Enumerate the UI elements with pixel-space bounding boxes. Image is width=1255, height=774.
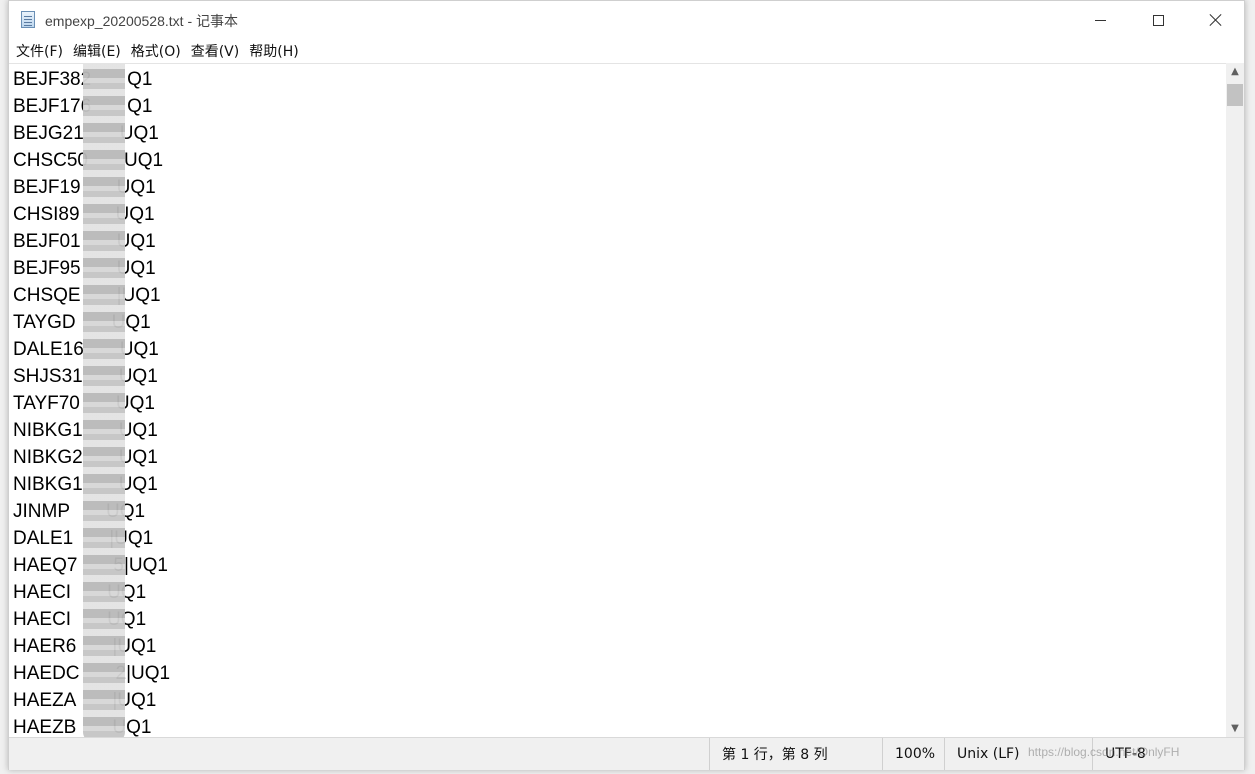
text-editor[interactable]: BEJF382 Q1 BEJF176 Q1 BEJG21 UQ1 CHSC50 UQ1 BEJF… <box>9 63 1226 738</box>
menu-view[interactable]: 查看(V) <box>191 41 240 61</box>
line-prefix: TAYF70 <box>13 393 80 414</box>
line-suffix: Q1 <box>127 96 153 117</box>
line-prefix: CHSQE <box>13 285 81 306</box>
menu-file[interactable]: 文件(F) <box>16 41 63 61</box>
title-bar[interactable]: empexp_20200528.txt - 记事本 <box>9 1 1244 39</box>
line-prefix: HAECI <box>13 609 72 630</box>
line-prefix: HAECI <box>13 582 72 603</box>
minimize-icon <box>1094 19 1106 21</box>
close-button[interactable] <box>1187 1 1245 39</box>
scroll-up-arrow-icon[interactable]: ▲ <box>1226 63 1244 80</box>
line-suffix: UQ1 <box>123 150 164 171</box>
line-prefix: NIBKG1 <box>13 420 83 441</box>
line-prefix: NIBKG1 <box>13 474 83 495</box>
line-prefix: HAER6 <box>13 636 77 657</box>
line-prefix: HAEQ7 <box>13 555 78 576</box>
line-suffix: UQ1 <box>119 123 159 144</box>
line-prefix: BEJG21 <box>13 123 84 144</box>
line-prefix: CHSC50 <box>13 150 88 171</box>
cursor-position: 第 1 行，第 8 列 <box>709 738 882 770</box>
window-title: empexp_20200528.txt - 记事本 <box>45 13 238 29</box>
line-prefix: NIBKG2 <box>13 447 83 468</box>
minimize-button[interactable] <box>1071 1 1129 39</box>
zoom-level: 100% <box>882 738 944 770</box>
line-prefix: BEJF382 <box>13 69 92 90</box>
notepad-window: empexp_20200528.txt - 记事本 文件(F) 编辑(E) 格式… <box>8 0 1245 770</box>
text-line: TAYGD UQ1 <box>13 309 151 336</box>
menu-edit[interactable]: 编辑(E) <box>73 41 121 61</box>
line-prefix: SHJS31 <box>13 366 83 387</box>
line-prefix: HAEZB <box>13 717 77 738</box>
redacted-mosaic <box>83 64 125 738</box>
line-suffix: Q1 <box>127 69 153 90</box>
menu-format[interactable]: 格式(O) <box>131 41 181 61</box>
scroll-down-arrow-icon[interactable]: ▼ <box>1226 720 1244 737</box>
line-prefix: DALE1 <box>13 528 74 549</box>
line-prefix: JINMP <box>13 501 70 522</box>
watermark-text: https://blog.csdn.net/OnlyFH <box>1028 745 1180 759</box>
notepad-icon <box>21 11 35 28</box>
line-prefix: BEJF95 <box>13 258 81 279</box>
line-prefix: BEJF01 <box>13 231 81 252</box>
scroll-thumb[interactable] <box>1227 84 1243 106</box>
text-line: HAECI UQ1 <box>13 606 146 633</box>
line-prefix: HAEZA <box>13 690 77 711</box>
close-icon <box>1209 13 1223 27</box>
vertical-scrollbar[interactable]: ▲ ▼ <box>1226 63 1244 737</box>
line-prefix: BEJF19 <box>13 177 81 198</box>
line-prefix: DALE16 <box>13 339 84 360</box>
maximize-icon <box>1152 14 1164 26</box>
line-prefix: HAEDC <box>13 663 80 684</box>
menu-help[interactable]: 帮助(H) <box>249 41 298 61</box>
maximize-button[interactable] <box>1129 1 1187 39</box>
text-line: JINMP UQ1 <box>13 498 145 525</box>
menu-bar: 文件(F) 编辑(E) 格式(O) 查看(V) 帮助(H) <box>9 39 1244 63</box>
text-line: HAECI UQ1 <box>13 579 146 606</box>
line-suffix: UQ1 <box>119 339 159 360</box>
line-prefix: CHSI89 <box>13 204 80 225</box>
line-prefix: TAYGD <box>13 312 76 333</box>
line-prefix: BEJF176 <box>13 96 92 117</box>
